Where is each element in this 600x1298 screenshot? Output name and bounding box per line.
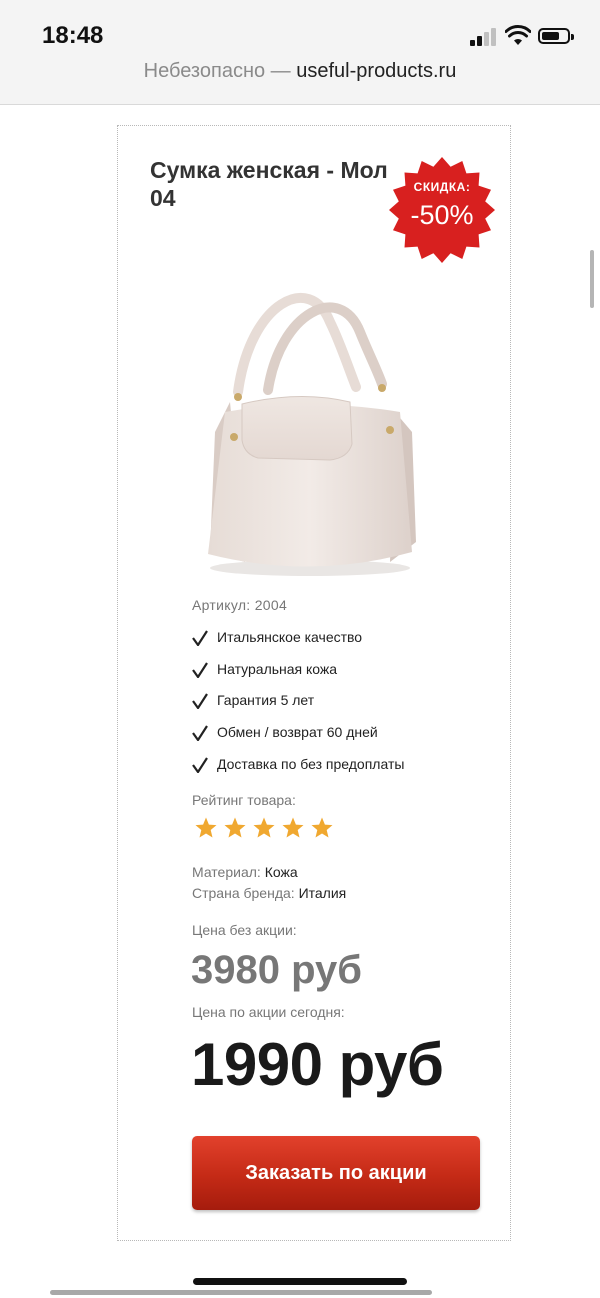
feature-item: Обмен / возврат 60 дней — [192, 721, 404, 753]
material-label: Материал: — [192, 864, 261, 880]
star-icon — [282, 817, 304, 838]
sku-label: Артикул: — [192, 597, 251, 613]
discount-label: СКИДКА: — [413, 180, 471, 194]
feature-text: Итальянское качество — [217, 629, 363, 645]
material-spec: Материал: Кожа — [192, 864, 298, 880]
material-value: Кожа — [264, 864, 298, 880]
checkmark-icon — [192, 662, 208, 678]
address-bar[interactable]: Небезопасно — useful-products.ru — [0, 60, 600, 83]
security-warning: Небезопасно — [143, 60, 266, 82]
rating-stars — [194, 816, 334, 840]
discount-value: -50% — [410, 200, 474, 230]
feature-item: Натуральная кожа — [192, 658, 404, 690]
vertical-scrollbar[interactable] — [590, 250, 594, 308]
rating-label: Рейтинг товара: — [192, 792, 296, 808]
feature-text: Обмен / возврат 60 дней — [217, 724, 378, 741]
feature-item: Доставка по без предоплаты — [192, 753, 404, 785]
wifi-icon — [505, 25, 531, 45]
country-label: Страна бренда: — [192, 885, 295, 901]
old-price: 3980 руб — [191, 948, 362, 992]
url-separator: — — [265, 60, 297, 82]
star-icon — [224, 817, 246, 838]
feature-list: Итальянское качество Натуральная кожа Га… — [192, 626, 404, 784]
new-price: 1990 руб — [191, 1031, 444, 1098]
sku-value: 2004 — [254, 597, 288, 613]
feature-item: Гарантия 5 лет — [192, 689, 404, 721]
star-icon — [311, 817, 333, 838]
product-title-line2: 04 — [150, 185, 176, 211]
home-indicator[interactable] — [193, 1278, 407, 1285]
horizontal-scrollbar[interactable] — [50, 1290, 432, 1295]
checkmark-icon — [192, 630, 208, 646]
country-spec: Страна бренда: Италия — [192, 885, 346, 901]
handbag-image — [208, 292, 416, 576]
battery-icon — [538, 28, 574, 44]
browser-chrome: 18:48 Небезопасно — useful-products.ru — [0, 0, 600, 105]
country-value: Италия — [298, 885, 347, 901]
feature-text: Натуральная кожа — [217, 660, 338, 677]
feature-text: Доставка по без предоплаты — [217, 755, 405, 772]
star-icon — [253, 817, 275, 838]
star-icon — [195, 817, 217, 838]
feature-text: Гарантия 5 лет — [217, 692, 315, 709]
feature-item: Итальянское качество — [192, 626, 404, 658]
status-time: 18:48 — [42, 22, 104, 49]
checkmark-icon — [192, 725, 208, 742]
sku: Артикул: 2004 — [192, 597, 287, 613]
old-price-label: Цена без акции: — [192, 922, 297, 938]
checkmark-icon — [192, 693, 208, 710]
order-button[interactable]: Заказать по акции — [192, 1136, 480, 1210]
checkmark-icon — [192, 757, 208, 773]
cellular-signal-icon — [470, 28, 498, 46]
url-host: useful-products.ru — [296, 60, 457, 82]
new-price-label: Цена по акции сегодня: — [192, 1004, 345, 1020]
